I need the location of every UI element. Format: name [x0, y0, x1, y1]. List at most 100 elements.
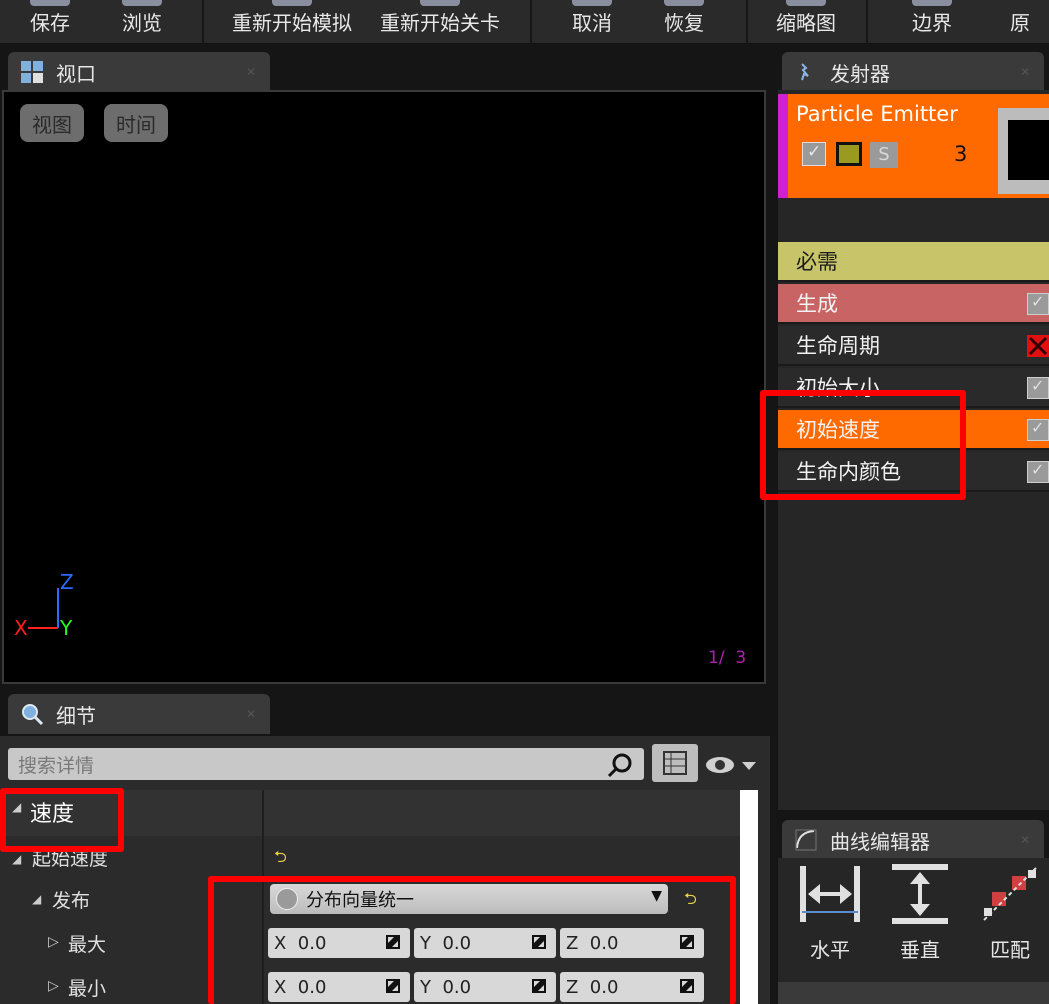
emitter-selection-bar — [778, 94, 788, 198]
check-icon: ✓ — [807, 142, 822, 162]
module-enable-checkbox[interactable] — [1027, 460, 1049, 483]
property-min: 最小 — [68, 978, 107, 1000]
toolbar-separator — [746, 0, 748, 44]
vertical-arrows-icon — [888, 862, 952, 926]
fit-vertical-button[interactable]: 垂直 — [884, 862, 956, 963]
toolbar-separator — [530, 0, 532, 44]
search-icon[interactable] — [606, 752, 634, 782]
distribution-type-icon — [276, 888, 298, 910]
emitter-header[interactable]: Particle Emitter ✓ S 3 — [778, 94, 1049, 198]
view-button[interactable]: 视图 — [20, 104, 84, 142]
viewport-canvas[interactable]: 视图 时间 Z X Y 1/ 3 — [2, 90, 766, 684]
tab-viewport[interactable]: 视口 ✕ — [8, 52, 270, 92]
collapse-arrow-icon: ◢ — [12, 800, 22, 814]
module-spawn[interactable]: 生成 — [778, 284, 1049, 324]
emitter-enable-checkbox[interactable]: ✓ — [802, 142, 826, 166]
min-x-field[interactable]: X 0.0 — [268, 972, 410, 1002]
emitter-name: Particle Emitter — [796, 102, 958, 126]
expand-arrow-icon: ▷ — [48, 978, 59, 994]
module-required[interactable]: 必需 — [778, 242, 1049, 282]
bounds-icon — [912, 0, 952, 6]
drag-arrows-icon — [532, 979, 546, 993]
view-options-button[interactable] — [704, 752, 762, 782]
expand-arrow-icon: ▷ — [48, 934, 59, 950]
origin-button[interactable]: ⁠原 — [1010, 0, 1049, 44]
drag-arrows-icon — [532, 935, 546, 949]
curve-icon — [794, 828, 818, 852]
undo-button[interactable]: 取消 — [548, 0, 636, 44]
bounds-button[interactable]: 边界 — [888, 0, 976, 44]
thumbnail-icon — [786, 0, 826, 6]
tab-emitters[interactable]: 发射器 ✕ — [782, 52, 1044, 92]
close-icon[interactable]: ✕ — [246, 707, 256, 721]
emitter-thumbnail — [998, 108, 1049, 194]
restart-level-button[interactable]: 重新开始关卡 — [370, 0, 510, 44]
particle-dots-icon — [839, 145, 859, 163]
drag-arrows-icon — [386, 979, 400, 993]
category-header-velocity[interactable]: ◢ 速度 — [0, 790, 740, 836]
viewport-icon — [20, 60, 44, 84]
axis-z-label: Z — [60, 570, 74, 594]
reset-to-default-icon[interactable]: ⮌ — [274, 846, 287, 873]
module-lifetime[interactable]: 生命周期 — [778, 326, 1049, 366]
property-start-velocity: 起始速度 — [32, 848, 109, 870]
max-y-field[interactable]: Y 0.0 — [414, 928, 556, 958]
scrollbar[interactable] — [740, 790, 758, 1004]
module-initial-size[interactable]: 初始大小 — [778, 368, 1049, 408]
collapse-arrow-icon: ◢ — [12, 852, 22, 866]
min-y-field[interactable]: Y 0.0 — [414, 972, 556, 1002]
reset-to-default-icon[interactable]: ⮌ — [684, 888, 697, 915]
browse-button[interactable]: 浏览 — [100, 0, 184, 44]
chevron-down-icon: ▼ — [651, 888, 662, 904]
drag-arrows-icon — [680, 979, 694, 993]
module-color-over-life[interactable]: 生命内颜色 — [778, 452, 1049, 492]
property-max: 最大 — [68, 934, 107, 956]
property-matrix-button[interactable] — [652, 744, 698, 782]
distribution-dropdown[interactable]: 分布向量统一 ▼ — [270, 884, 668, 914]
min-z-field[interactable]: Z 0.0 — [560, 972, 704, 1002]
module-initial-velocity[interactable]: 初始速度 — [778, 410, 1049, 450]
particle-counter: 1/ 3 — [708, 648, 747, 668]
redo-button[interactable]: 恢复 — [640, 0, 728, 44]
curve-editor-graph[interactable] — [778, 982, 1049, 1004]
main-toolbar: 保存 浏览 重新开始模拟 重新开始关卡 取消 恢复 缩略图 边界 ⁠原 — [0, 0, 1049, 44]
emitter-icon — [794, 60, 818, 84]
collapse-arrow-icon: ◢ — [32, 892, 42, 906]
time-button[interactable]: 时间 — [104, 104, 168, 142]
fit-horizontal-button[interactable]: 水平 — [794, 862, 866, 963]
fit-both-button[interactable]: 匹配 — [974, 862, 1046, 963]
save-button[interactable]: 保存 — [8, 0, 92, 44]
module-enable-checkbox[interactable] — [1027, 376, 1049, 399]
close-icon[interactable]: ✕ — [1020, 833, 1030, 847]
save-icon — [30, 0, 70, 6]
tab-details-label: 细节 — [56, 703, 96, 728]
module-enable-checkbox[interactable] — [1027, 292, 1049, 315]
solo-button[interactable]: S — [870, 142, 898, 168]
close-icon[interactable]: ✕ — [246, 65, 256, 79]
tab-details[interactable]: 细节 ✕ — [8, 694, 270, 734]
redo-icon — [664, 0, 704, 6]
eye-icon — [706, 757, 756, 773]
emitter-count: 3 — [954, 142, 968, 166]
restart-sim-icon — [272, 0, 312, 6]
module-disabled-x-icon[interactable] — [1027, 335, 1049, 357]
render-mode-button[interactable] — [834, 140, 864, 168]
tab-curve-editor-label: 曲线编辑器 — [830, 829, 930, 854]
axis-y-label: Y — [60, 616, 73, 640]
drag-arrows-icon — [386, 935, 400, 949]
module-enable-checkbox[interactable] — [1027, 418, 1049, 441]
search-details-input[interactable]: 搜索详情 — [8, 748, 644, 780]
drag-arrows-icon — [680, 935, 694, 949]
thumbnail-button[interactable]: 缩略图 — [762, 0, 850, 44]
tab-emitters-label: 发射器 — [830, 61, 890, 86]
max-z-field[interactable]: Z 0.0 — [560, 928, 704, 958]
column-splitter[interactable] — [262, 790, 264, 1004]
max-x-field[interactable]: X 0.0 — [268, 928, 410, 958]
close-icon[interactable]: ✕ — [1020, 65, 1030, 79]
browse-icon — [122, 0, 162, 6]
tab-viewport-label: 视口 — [56, 61, 96, 86]
thumbnail-preview — [1008, 120, 1049, 180]
restart-sim-button[interactable]: 重新开始模拟 — [222, 0, 362, 44]
tab-curve-editor[interactable]: 曲线编辑器 ✕ — [782, 820, 1044, 860]
axis-x-label: X — [14, 616, 28, 640]
